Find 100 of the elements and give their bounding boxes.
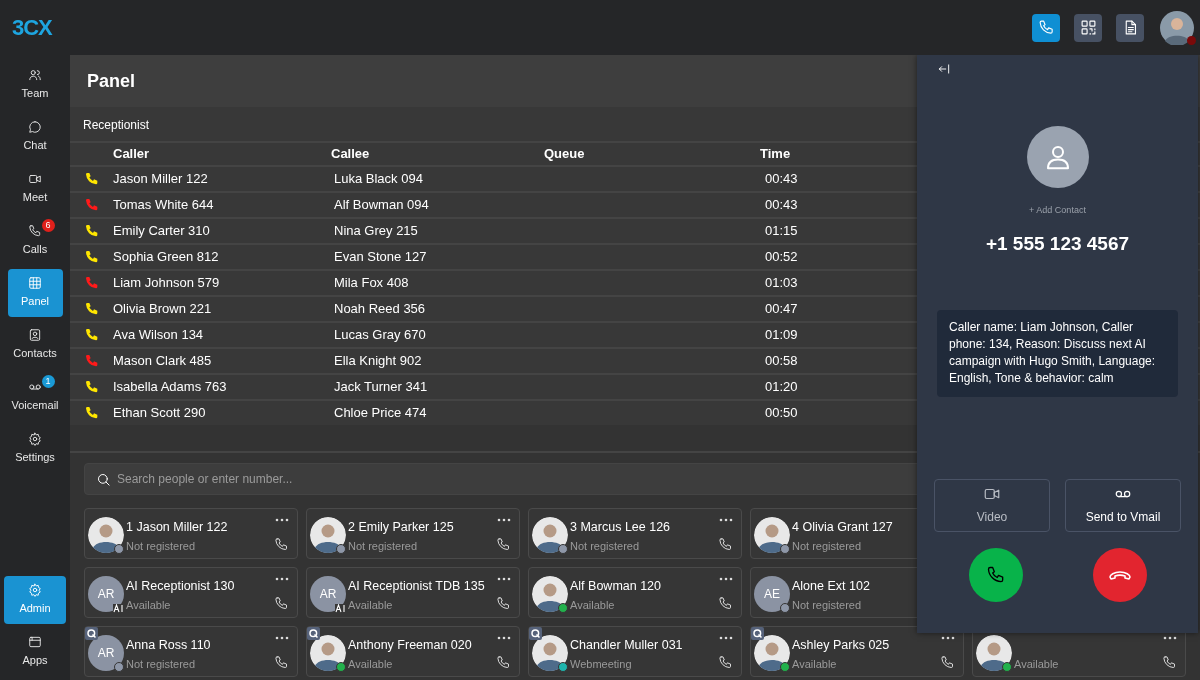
- settings-icon: [28, 583, 42, 598]
- contact-name: AI Receptionist 130: [126, 578, 235, 595]
- user-avatar-icon[interactable]: [1160, 10, 1194, 45]
- table-cell-text: Emily Carter 310: [113, 222, 211, 241]
- contact-card[interactable]: 2 Emily Parker 125 Not registered: [306, 508, 520, 559]
- contact-name: 3 Marcus Lee 126: [570, 519, 671, 536]
- table-cell-text: 00:52: [764, 248, 799, 267]
- contact-status: Available: [348, 657, 393, 672]
- toolbar-button[interactable]: [1116, 13, 1144, 42]
- contact-card[interactable]: AR Anna Ross 110 Not registered: [84, 626, 298, 677]
- settings-icon: [28, 432, 42, 447]
- table-cell-text: 00:47: [764, 300, 799, 319]
- sidebar-item[interactable]: Calls 6: [7, 217, 63, 265]
- phone-icon[interactable]: [1162, 655, 1177, 670]
- avatar-icon: [532, 576, 568, 612]
- contact-name: AI Receptionist TDB 135: [348, 578, 485, 595]
- voicemail-button[interactable]: Send to Vmail: [1065, 479, 1181, 532]
- more-icon[interactable]: [497, 518, 511, 522]
- chat-icon: [28, 120, 42, 135]
- table-title: Receptionist: [82, 117, 151, 134]
- table-cell-text: Luka Black 094: [333, 170, 424, 189]
- more-icon[interactable]: [275, 636, 289, 640]
- contact-card[interactable]: 3 Marcus Lee 126 Not registered: [528, 508, 742, 559]
- table-cell-text: 01:09: [764, 326, 799, 345]
- phone-icon: [985, 565, 1006, 585]
- sidebar-item[interactable]: Team: [7, 61, 63, 109]
- toolbar-button[interactable]: [1032, 13, 1060, 42]
- contact-status: Available: [348, 598, 393, 613]
- table-cell-text: Jason Miller 122: [113, 170, 209, 189]
- phone-number: +1 555 123 4567: [985, 231, 1130, 256]
- phone-icon[interactable]: [496, 596, 511, 611]
- phone-icon: [28, 224, 42, 239]
- table-cell-text: Mila Fox 408: [333, 274, 410, 293]
- table-cell-text: Ethan Scott 290: [113, 404, 207, 423]
- more-icon[interactable]: [719, 577, 733, 581]
- contact-card[interactable]: Chandler Muller 031 Webmeeting: [528, 626, 742, 677]
- contact-card[interactable]: 1 Jason Miller 122 Not registered: [84, 508, 298, 559]
- sidebar-item[interactable]: Contacts: [7, 321, 63, 369]
- count-badge: 1: [41, 375, 55, 388]
- caller-note: Caller name: Liam Johnson, Caller phone: 134, Reason: Discuss next AI campaign with Hugo Smith, Language: English, Tone & behavior: calm: [937, 310, 1178, 397]
- decline-button[interactable]: [1092, 548, 1147, 602]
- table-cell-text: 01:20: [764, 378, 799, 397]
- table-cell-text: Sophia Green 812: [113, 248, 220, 267]
- avatar-icon: [310, 517, 346, 553]
- contact-card[interactable]: Alf Bowman 120 Available: [528, 567, 742, 618]
- contact-name: Chandler Muller 031: [570, 637, 683, 654]
- contact-name: 4 Olivia Grant 127: [792, 519, 893, 536]
- sidebar-item[interactable]: Chat: [7, 113, 63, 161]
- phone-icon[interactable]: [274, 537, 289, 552]
- grid-icon: [28, 276, 42, 291]
- contact-name: Anna Ross 110: [126, 637, 211, 654]
- contact-card[interactable]: Anthony Freeman 020 Available: [306, 626, 520, 677]
- contact-name: Alone Ext 102: [792, 578, 870, 595]
- more-icon[interactable]: [497, 577, 511, 581]
- toolbar-button[interactable]: [1074, 13, 1102, 42]
- avatar-icon: [754, 635, 790, 671]
- more-icon[interactable]: [719, 636, 733, 640]
- phone-icon[interactable]: [496, 537, 511, 552]
- table-cell-text: Evan Stone 127: [333, 248, 428, 267]
- table-cell-text: 00:58: [764, 352, 799, 371]
- contact-card-icon: [28, 328, 42, 343]
- phone-icon[interactable]: [274, 655, 289, 670]
- contact-status: Not registered: [570, 539, 640, 554]
- answer-button[interactable]: [968, 548, 1023, 602]
- sidebar-item[interactable]: Settings: [7, 425, 63, 473]
- avatar-icon: [310, 635, 346, 671]
- more-icon[interactable]: [1163, 636, 1177, 640]
- more-icon[interactable]: [719, 518, 733, 522]
- window-icon: [28, 635, 42, 650]
- sidebar-item[interactable]: Meet: [7, 165, 63, 213]
- contact-card[interactable]: AR AI Receptionist TDB 135 Available: [306, 567, 520, 618]
- contact-card[interactable]: AR AI Receptionist 130 Available: [84, 567, 298, 618]
- contact-name: Anthony Freeman 020: [348, 637, 472, 654]
- column-header: Time: [760, 145, 792, 164]
- more-icon[interactable]: [941, 636, 955, 640]
- more-icon[interactable]: [497, 636, 511, 640]
- sidebar-item[interactable]: Voicemail 1: [7, 373, 63, 421]
- table-cell-text: Mason Clark 485: [113, 352, 213, 371]
- back-icon[interactable]: [937, 62, 951, 76]
- sidebar-item[interactable]: Apps: [4, 628, 66, 676]
- phone-icon[interactable]: [274, 596, 289, 611]
- contact-card[interactable]: Ashley Parks 025 Available: [750, 626, 964, 677]
- phone-icon[interactable]: [940, 655, 955, 670]
- column-header: Queue: [544, 145, 586, 164]
- table-cell-text: 00:43: [764, 196, 799, 215]
- table-cell-text: 01:03: [764, 274, 799, 293]
- avatar-icon: [532, 517, 568, 553]
- logo: 3CX: [12, 14, 52, 42]
- table-cell-text: Nina Grey 215: [333, 222, 419, 241]
- phone-icon[interactable]: [718, 655, 733, 670]
- more-icon[interactable]: [275, 577, 289, 581]
- phone-icon: [1037, 19, 1055, 36]
- avatar-icon: [976, 635, 1012, 671]
- phone-icon[interactable]: [496, 655, 511, 670]
- more-icon[interactable]: [275, 518, 289, 522]
- add-contact-link[interactable]: + Add Contact: [1029, 204, 1086, 218]
- phone-icon[interactable]: [718, 596, 733, 611]
- avatar-initials: AR: [88, 635, 124, 671]
- table-cell-text: Noah Reed 356: [333, 300, 427, 319]
- phone-icon[interactable]: [718, 537, 733, 552]
